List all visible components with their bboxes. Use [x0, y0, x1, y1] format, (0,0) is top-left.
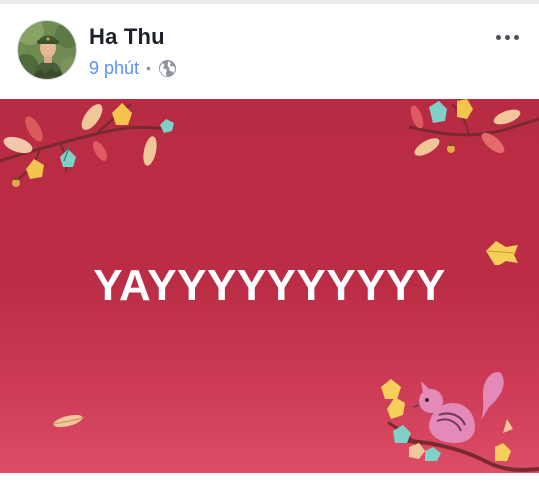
more-dot — [513, 34, 519, 40]
facebook-post: Ha Thu 9 phút • YAYYYYYYYYYY — [0, 0, 539, 483]
globe-icon[interactable] — [158, 59, 177, 78]
post-timestamp[interactable]: 9 phút — [89, 58, 139, 79]
avatar-image — [18, 21, 76, 79]
post-background-card[interactable]: YAYYYYYYYYYY — [0, 99, 539, 473]
author-name[interactable]: Ha Thu — [89, 24, 165, 50]
autumn-branch-top-left-icon — [0, 103, 174, 187]
post-bottom-spacer — [0, 473, 539, 483]
falling-leaf-small-icon — [53, 414, 85, 428]
post-meta: 9 phút • — [89, 57, 177, 79]
autumn-branch-top-right-icon — [409, 99, 539, 156]
avatar[interactable] — [17, 20, 77, 80]
post-header: Ha Thu 9 phút • — [0, 4, 539, 99]
squirrel-branch-icon — [381, 372, 539, 472]
meta-separator: • — [146, 60, 151, 76]
more-options-icon[interactable] — [489, 26, 525, 48]
post-message: YAYYYYYYYYYY — [93, 261, 446, 310]
more-dot — [495, 34, 501, 40]
more-dot — [504, 34, 510, 40]
